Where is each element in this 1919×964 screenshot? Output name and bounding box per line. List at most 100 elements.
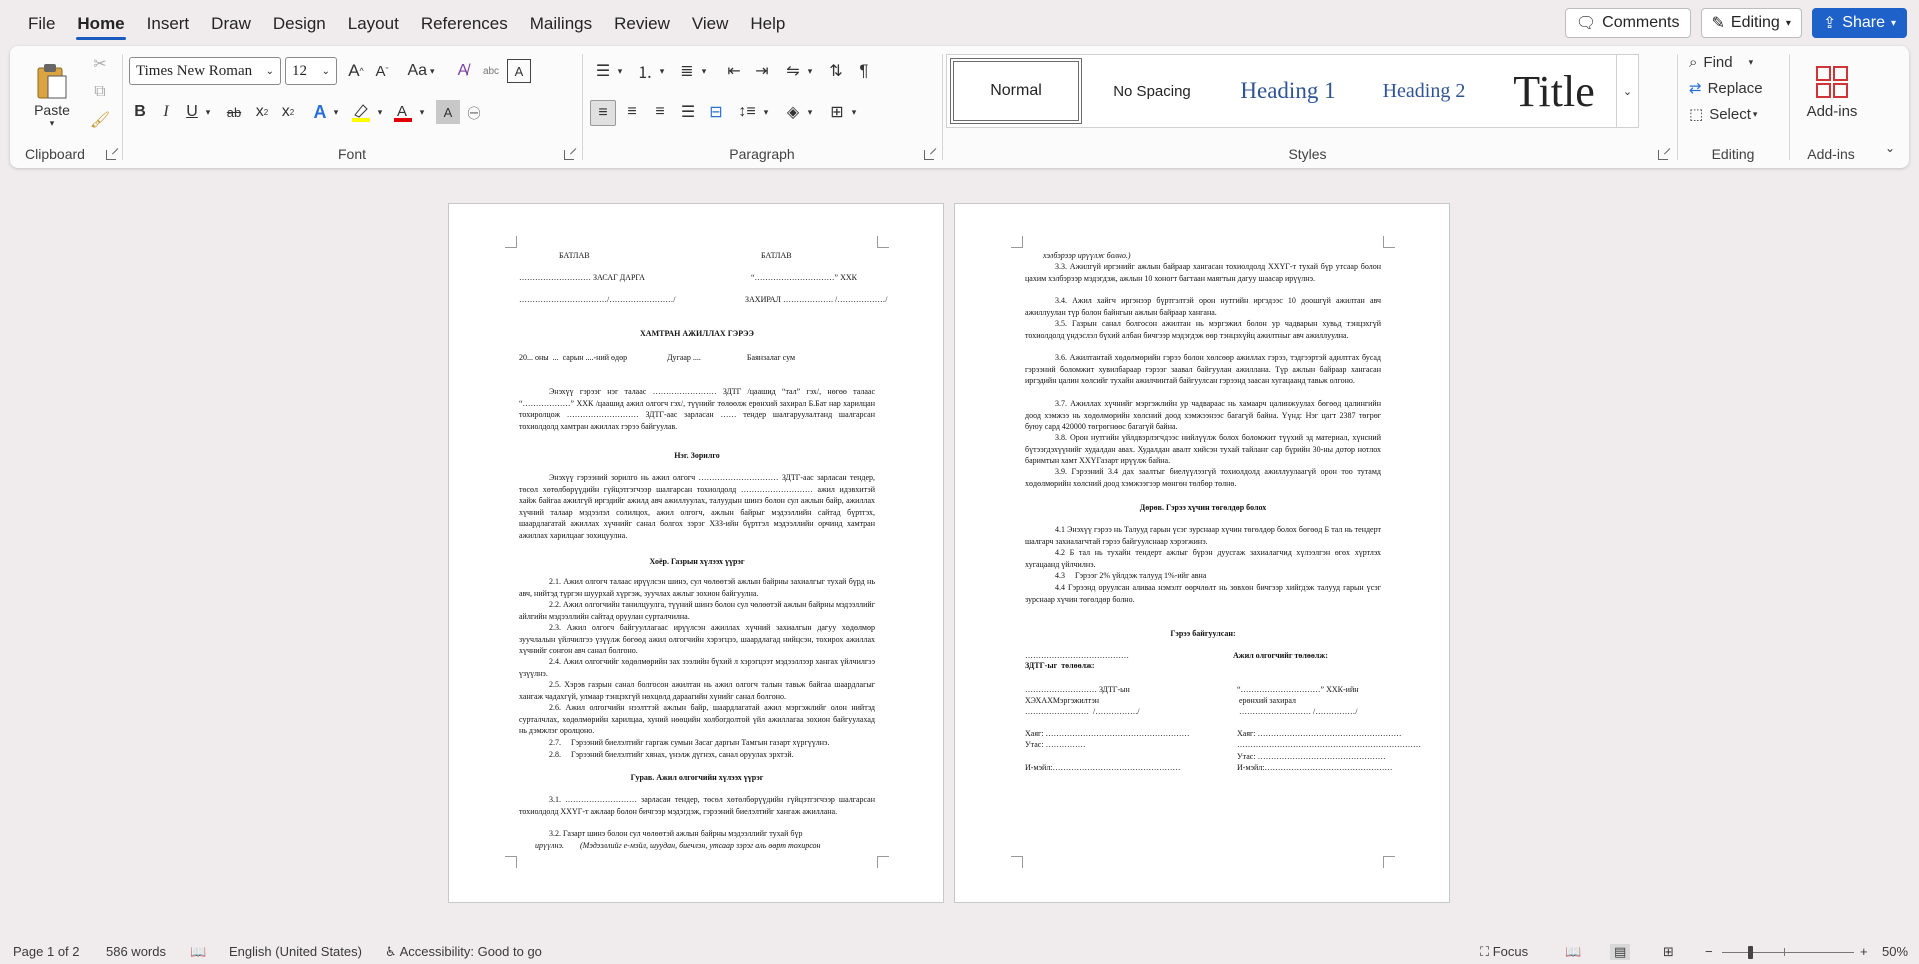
tab-draw[interactable]: Draw bbox=[200, 0, 262, 46]
change-case-button[interactable]: Aa ▾ bbox=[401, 59, 441, 83]
font-name-combo[interactable]: Times New Roman ⌄ bbox=[129, 57, 281, 85]
align-center-icon[interactable]: ≡ bbox=[620, 100, 644, 124]
justify-icon[interactable]: ☰ bbox=[676, 100, 700, 124]
italic-icon[interactable]: I bbox=[154, 100, 178, 124]
page-2-first-line: хэлбэрээр ирүүлж болно.) bbox=[1043, 251, 1131, 260]
tab-help[interactable]: Help bbox=[739, 0, 796, 46]
direction-icon[interactable]: ⇋ bbox=[780, 59, 806, 83]
paste-button[interactable]: Paste ▾ bbox=[30, 52, 74, 138]
print-layout-icon[interactable]: ▤ bbox=[1610, 944, 1631, 960]
find-button[interactable]: ⌕ Find ▾ bbox=[1689, 50, 1785, 74]
tab-review[interactable]: Review bbox=[603, 0, 681, 46]
font-group: Times New Roman ⌄ 12 ⌄ A ^ Aˇ Aa ▾ A̸ abc … bbox=[124, 46, 580, 168]
sort-icon[interactable]: ⇅ bbox=[824, 59, 848, 83]
chevron-down-icon[interactable]: ▾ bbox=[760, 100, 772, 124]
focus-icon: ⛶ bbox=[1480, 944, 1490, 959]
zoom-in-icon[interactable]: + bbox=[1860, 944, 1868, 959]
tab-references[interactable]: References bbox=[410, 0, 519, 46]
format-painter-icon[interactable]: 🖌 bbox=[90, 110, 110, 130]
replace-button[interactable]: ⇄ Replace bbox=[1689, 76, 1785, 100]
tab-insert[interactable]: Insert bbox=[136, 0, 201, 46]
align-right-icon[interactable]: ≡ bbox=[648, 100, 672, 124]
tab-design[interactable]: Design bbox=[262, 0, 337, 46]
editing-mode-button[interactable]: ✎ Editing ▾ bbox=[1700, 8, 1802, 38]
shading-icon[interactable]: ◈ bbox=[780, 100, 806, 124]
page-count[interactable]: Page 1 of 2 bbox=[13, 944, 80, 959]
superscript-icon[interactable]: x2 bbox=[276, 100, 300, 124]
crop-mark bbox=[1383, 236, 1395, 248]
strikethrough-icon[interactable]: ab bbox=[222, 100, 246, 124]
align-left-icon[interactable]: ≡ bbox=[590, 100, 616, 126]
collapse-ribbon-icon[interactable]: ⌄ bbox=[1880, 138, 1900, 158]
chevron-down-icon[interactable]: ▾ bbox=[330, 100, 342, 124]
sign-right-line-3: ……………………… /……………/ bbox=[1239, 707, 1358, 716]
zoom-slider[interactable] bbox=[1722, 952, 1854, 953]
borders-icon[interactable]: ⊞ bbox=[824, 100, 850, 124]
decrease-indent-icon[interactable]: ⇤ bbox=[722, 59, 746, 83]
shrink-font-icon[interactable]: Aˇ bbox=[371, 59, 393, 83]
chevron-down-icon[interactable]: ▾ bbox=[202, 100, 214, 124]
proofing-book-icon[interactable]: 📖 bbox=[190, 944, 206, 960]
chevron-down-icon[interactable]: ▾ bbox=[614, 59, 626, 83]
tab-file[interactable]: File bbox=[17, 0, 66, 46]
zoom-out-icon[interactable]: − bbox=[1705, 944, 1713, 959]
increase-indent-icon[interactable]: ⇥ bbox=[750, 59, 774, 83]
distributed-icon[interactable]: ⊟ bbox=[704, 100, 728, 124]
language-status[interactable]: English (United States) bbox=[229, 944, 362, 959]
chevron-down-icon[interactable]: ▾ bbox=[848, 100, 860, 124]
font-color-icon[interactable]: A bbox=[390, 100, 416, 124]
comments-button[interactable]: 🗨 Comments bbox=[1564, 8, 1691, 38]
clear-formatting-icon[interactable]: A̸ bbox=[451, 59, 475, 83]
line-spacing-icon[interactable]: ↕≡ bbox=[734, 100, 760, 124]
chevron-down-icon[interactable]: ▾ bbox=[374, 100, 386, 124]
bullets-icon[interactable]: ☰ bbox=[590, 59, 616, 83]
font-size-combo[interactable]: 12 ⌄ bbox=[285, 57, 337, 85]
text-effects-icon[interactable]: A bbox=[308, 100, 332, 124]
cut-icon[interactable]: ✂ bbox=[90, 54, 110, 74]
highlight-icon[interactable] bbox=[348, 100, 374, 124]
tab-layout[interactable]: Layout bbox=[337, 0, 410, 46]
bold-icon[interactable]: B bbox=[128, 100, 152, 124]
read-mode-icon[interactable]: 📖 bbox=[1565, 944, 1581, 960]
show-formatting-icon[interactable]: ¶ bbox=[852, 59, 876, 83]
clipboard-launcher-icon[interactable] bbox=[106, 150, 116, 160]
subscript-icon[interactable]: x2 bbox=[250, 100, 274, 124]
tab-view[interactable]: View bbox=[681, 0, 740, 46]
chevron-down-icon[interactable]: ▾ bbox=[804, 100, 816, 124]
underline-icon[interactable]: U bbox=[180, 100, 204, 124]
tab-home[interactable]: Home bbox=[66, 0, 135, 46]
approve-right: БАТЛАВ bbox=[761, 251, 792, 260]
copy-icon[interactable]: ⧉ bbox=[90, 82, 110, 102]
focus-button[interactable]: ⛶ Focus bbox=[1480, 944, 1528, 960]
select-cursor-icon: ⬚ bbox=[1689, 106, 1704, 123]
character-shading-icon[interactable]: A bbox=[436, 100, 460, 124]
tab-mailings[interactable]: Mailings bbox=[519, 0, 603, 46]
paragraph-launcher-icon[interactable] bbox=[924, 150, 934, 160]
zoom-level[interactable]: 50% bbox=[1882, 944, 1908, 959]
addins-group: Add-ins Add-ins bbox=[1791, 46, 1871, 168]
font-launcher-icon[interactable] bbox=[564, 150, 574, 160]
share-button[interactable]: ⇪ Share ▾ bbox=[1811, 8, 1907, 38]
clipboard-group-label: Clipboard bbox=[25, 146, 85, 162]
chevron-down-icon[interactable]: ▾ bbox=[804, 59, 816, 83]
chevron-down-icon[interactable]: ▾ bbox=[416, 100, 428, 124]
document-page-2[interactable]: хэлбэрээр ирүүлж болно.) 3.3. Ажилгүй ир… bbox=[954, 203, 1450, 903]
multilevel-list-icon[interactable]: ≣ bbox=[674, 59, 700, 83]
section-2-heading: Хоёр. Газрын хүлээх үүрэг bbox=[649, 557, 745, 566]
numbering-icon[interactable]: ⒈ bbox=[632, 59, 658, 83]
select-button[interactable]: ⬚ Select ▾ bbox=[1689, 102, 1785, 126]
enclose-characters-icon[interactable]: ㊀ bbox=[462, 100, 486, 124]
addins-button[interactable]: Add-ins bbox=[1797, 52, 1867, 132]
character-border-icon[interactable]: A bbox=[507, 59, 531, 83]
web-layout-icon[interactable]: ⊞ bbox=[1663, 944, 1674, 960]
styles-launcher-icon[interactable] bbox=[1658, 150, 1668, 160]
chevron-down-icon[interactable]: ▾ bbox=[698, 59, 710, 83]
chevron-down-icon[interactable]: ▾ bbox=[656, 59, 668, 83]
grow-font-icon[interactable]: A ^ bbox=[345, 59, 367, 83]
address-right-2: …………………………………………………………… bbox=[1237, 740, 1421, 749]
phonetic-guide-icon[interactable]: abc bbox=[479, 59, 503, 83]
document-page-1[interactable]: БАТЛАВ БАТЛАВ ……………………… ЗАСАГ ДАРГА “………… bbox=[448, 203, 944, 903]
zoom-slider-thumb[interactable] bbox=[1748, 946, 1753, 959]
word-count[interactable]: 586 words bbox=[106, 944, 166, 959]
accessibility-status[interactable]: ♿ Accessibility: Good to go bbox=[385, 944, 542, 960]
